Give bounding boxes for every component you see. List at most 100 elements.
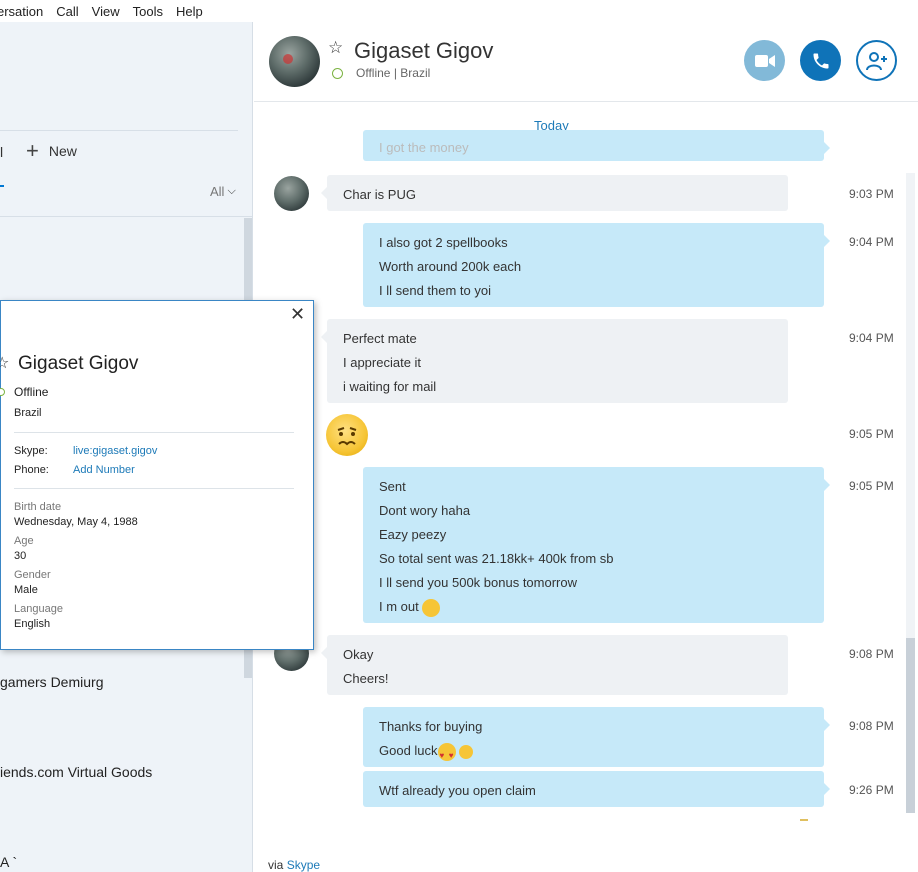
new-button-label: New <box>48 143 77 159</box>
language-label: Language <box>14 603 63 615</box>
contact-name[interactable]: Gigaset Gigov <box>354 38 493 64</box>
message-time: 9:05 PM <box>849 479 894 493</box>
message-line-with-emoji: Good luck <box>379 739 808 768</box>
chevron-down-icon: ⌵ <box>227 185 236 197</box>
menu-tools[interactable]: Tools <box>128 4 171 19</box>
status-icon <box>0 388 5 396</box>
sender-avatar[interactable] <box>274 176 309 211</box>
message-time: 9:04 PM <box>849 235 894 249</box>
message-line: I appreciate it <box>343 355 422 370</box>
avatar[interactable] <box>269 36 320 87</box>
profile-status: Offline <box>14 385 49 399</box>
message-time: 9:04 PM <box>849 331 894 345</box>
message-line: I m out <box>379 599 419 614</box>
message-line: I also got 2 spellbooks <box>379 235 508 250</box>
message-line: Char is PUG <box>343 187 416 202</box>
message-line: Cheers! <box>343 671 389 686</box>
sidebar-item-virtual-goods[interactable]: iends.com Virtual Goods <box>0 764 152 780</box>
language-value: English <box>14 618 51 630</box>
menu-conversation[interactable]: ersation <box>0 4 51 19</box>
conversation-pane: Today I got the money Char is PUG 9:03 P… <box>254 103 918 872</box>
sidebar-divider-2 <box>0 216 252 217</box>
conversation-header: ☆ Gigaset Gigov Offline | Brazil <box>254 22 918 102</box>
star-icon[interactable]: ☆ <box>0 353 9 373</box>
sidebar-divider <box>0 130 238 131</box>
message-bubble[interactable]: Sent Dont wory haha Eazy peezy So total … <box>363 467 830 623</box>
status-separator: | <box>393 66 397 80</box>
heart-eyes-emoji <box>437 742 456 768</box>
skype-label: Skype: <box>14 445 48 457</box>
sidebar-item-gamers-demiurg[interactable]: gamers Demiurg <box>0 674 103 690</box>
message-line: Perfect mate <box>343 331 417 346</box>
profile-card: ✕ ☆ Gigaset Gigov Offline Brazil Skype: … <box>0 300 314 650</box>
message-time: 9:08 PM <box>849 647 894 661</box>
skype-id-link[interactable]: live:gigaset.gigov <box>73 445 157 457</box>
video-icon <box>754 54 775 67</box>
age-label: Age <box>14 535 34 547</box>
filter-dropdown[interactable]: All ⌵ <box>210 184 236 199</box>
profile-country: Brazil <box>14 407 42 419</box>
message-line-with-emoji: I m out <box>379 595 808 619</box>
menu-view[interactable]: View <box>87 4 128 19</box>
message-line: Thanks for buying <box>379 719 483 734</box>
message-bubble[interactable]: Thanks for buying Good luck <box>363 707 830 768</box>
add-person-icon <box>865 51 887 70</box>
message-line: Wtf already you open claim <box>379 783 536 798</box>
birth-date-value: Wednesday, May 4, 1988 <box>14 516 138 528</box>
star-icon[interactable]: ☆ <box>328 38 343 58</box>
worried-face-emoji[interactable] <box>326 414 368 456</box>
menu-call[interactable]: Call <box>51 4 86 19</box>
message-time: 9:26 PM <box>849 783 894 797</box>
add-number-link[interactable]: Add Number <box>73 464 135 476</box>
close-icon[interactable]: ✕ <box>290 305 305 323</box>
video-call-button[interactable] <box>744 40 785 81</box>
plus-icon: + <box>26 138 39 163</box>
message-line: Okay <box>343 647 374 662</box>
filter-label: All <box>210 184 225 199</box>
message-line: Eazy peezy <box>379 527 447 542</box>
tab-indicator <box>0 185 4 187</box>
via-prefix: via <box>268 858 284 872</box>
new-button[interactable]: + New <box>26 138 77 163</box>
laughing-face-emoji <box>422 598 441 617</box>
phone-icon <box>813 53 828 68</box>
card-divider <box>14 488 294 489</box>
smiley-emoji <box>459 744 474 759</box>
message-bubble[interactable]: I also got 2 spellbooks Worth around 200… <box>363 223 830 307</box>
add-people-button[interactable] <box>856 40 897 81</box>
via-skype-label: via Skype <box>268 858 320 872</box>
message-line: I ll send them to yoi <box>379 283 491 298</box>
typing-indicator <box>800 819 808 821</box>
age-value: 30 <box>14 550 27 562</box>
message-bubble[interactable]: Char is PUG <box>321 175 788 211</box>
card-divider <box>14 432 294 433</box>
message-time: 9:05 PM <box>849 427 894 441</box>
message-bubble[interactable]: Perfect mate I appreciate it i waiting f… <box>321 319 788 403</box>
audio-call-button[interactable] <box>800 40 841 81</box>
message-time: 9:03 PM <box>849 187 894 201</box>
message-line: So total sent was 21.18kk+ 400k from sb <box>379 551 614 566</box>
call-button[interactable]: l <box>0 144 3 160</box>
message-bubble[interactable]: Okay Cheers! <box>321 635 788 695</box>
status-text: Offline <box>356 66 391 80</box>
message-bubble[interactable]: Wtf already you open claim <box>363 771 830 807</box>
location-text: Brazil <box>400 66 431 80</box>
message-time: 9:08 PM <box>849 719 894 733</box>
scrollbar-thumb[interactable] <box>906 638 915 813</box>
gender-value: Male <box>14 584 38 596</box>
message-line: i waiting for mail <box>343 379 437 394</box>
profile-name: Gigaset Gigov <box>18 353 139 374</box>
message-line: Good luck <box>379 743 438 758</box>
skype-link[interactable]: Skype <box>287 858 320 872</box>
menu-bar: ersation Call View Tools Help <box>0 0 253 22</box>
birth-date-label: Birth date <box>14 501 62 513</box>
gender-label: Gender <box>14 569 51 581</box>
message-line: Dont wory haha <box>379 503 471 518</box>
sidebar-item-a[interactable]: A ` <box>0 854 17 870</box>
status-line: Offline | Brazil <box>356 66 430 80</box>
phone-label: Phone: <box>14 464 49 476</box>
message-line: I got the money <box>379 140 469 155</box>
menu-help[interactable]: Help <box>171 4 211 19</box>
message-bubble-partial[interactable]: I got the money <box>363 130 830 161</box>
message-line: Sent <box>379 479 406 494</box>
